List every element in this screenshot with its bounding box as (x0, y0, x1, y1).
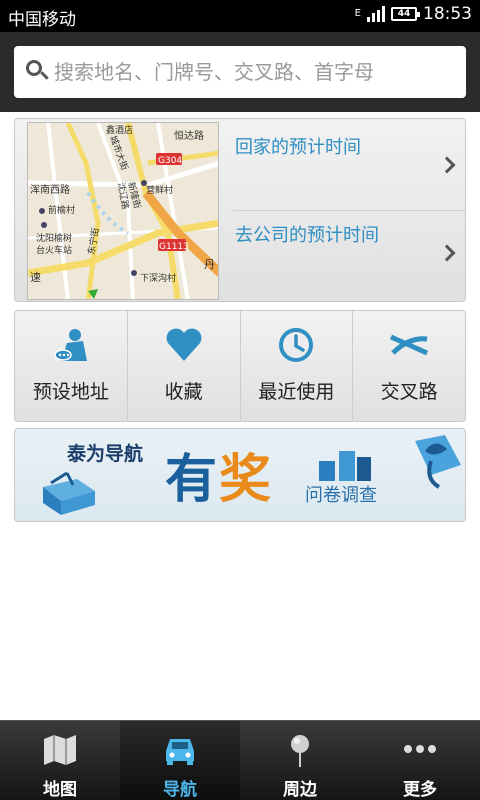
crossroad-icon (390, 334, 429, 356)
eta-card: G304 G1113 鑫酒店 恒达路 浑南西路 营鲜村 前榆村 沈阳榆树 台火车… (14, 118, 466, 302)
status-clock: 18:53 (423, 4, 472, 24)
status-icons: E 44 18:53 (355, 4, 472, 24)
tab-label: 周边 (283, 780, 317, 800)
tab-label: 导航 (163, 780, 197, 800)
map-icon (44, 735, 76, 765)
search-box[interactable] (14, 46, 466, 98)
banner-subtitle: 问卷调查 (305, 485, 377, 506)
tab-nearby[interactable]: 周边 (240, 721, 360, 800)
carrier-name: 中国移动 (8, 10, 76, 30)
map-label: 鑫酒店 (106, 124, 133, 136)
map-label: 营鲜村 (146, 184, 173, 196)
map-label: 台火车站 (36, 244, 72, 256)
map-label: 前榆村 (48, 204, 75, 216)
bottom-tab-bar: 地图 导航 周边 更多 (0, 720, 480, 800)
search-icon (14, 46, 54, 98)
map-label: 浑南西路 (30, 183, 70, 196)
banner-headline: 有奖 (165, 437, 273, 512)
gift-box-icon (43, 471, 95, 515)
banner-headline-part: 有 (165, 449, 220, 510)
pin-icon (291, 735, 309, 767)
more-dots-icon (404, 745, 436, 753)
ribbon-bow-icon (415, 435, 461, 489)
eta-office-label: 去公司的预计时间 (235, 225, 379, 246)
tab-label: 地图 (43, 780, 77, 800)
tab-navigation[interactable]: 导航 (120, 721, 240, 800)
map-label: 速 (30, 271, 41, 284)
banner-brand: 泰为导航 (67, 443, 144, 465)
eta-home-label: 回家的预计时间 (235, 137, 361, 158)
quick-actions: 预设地址 收藏 最近使用 交叉路 (14, 310, 466, 422)
clock-icon (279, 328, 314, 362)
chevron-right-icon (438, 156, 456, 174)
map-label: 沈阳榆树 (36, 232, 72, 244)
map-label: 恒达路 (174, 129, 204, 142)
action-label: 收藏 (164, 381, 203, 403)
action-preset-address[interactable]: 预设地址 (15, 311, 127, 421)
status-bar: 中国移动 E 44 18:53 (0, 0, 480, 32)
action-crossroad[interactable]: 交叉路 (352, 311, 465, 421)
tab-label: 更多 (403, 780, 437, 800)
main-content: G304 G1113 鑫酒店 恒达路 浑南西路 营鲜村 前榆村 沈阳榆树 台火车… (0, 112, 480, 720)
tab-more[interactable]: 更多 (360, 721, 480, 800)
signal-strength-icon (367, 6, 385, 22)
battery-icon: 44 (391, 7, 420, 21)
action-favorites[interactable]: 收藏 (126, 311, 240, 421)
preset-address-icon (54, 329, 87, 361)
action-label: 预设地址 (32, 381, 109, 403)
car-icon (166, 739, 194, 765)
heart-icon (166, 328, 202, 361)
search-input[interactable] (54, 60, 454, 84)
map-label: 下深沟村 (140, 272, 176, 284)
map-label: G304 (158, 156, 182, 166)
action-label: 交叉路 (380, 381, 438, 403)
network-type-icon: E (354, 8, 361, 19)
tab-map[interactable]: 地图 (0, 721, 120, 800)
search-header (0, 32, 480, 112)
gift-box-icon (319, 451, 371, 481)
survey-banner[interactable]: 泰为导航 有奖 问卷调查 (14, 428, 466, 522)
map-label: 丹 (204, 258, 215, 271)
eta-office-row[interactable]: 去公司的预计时间 (233, 211, 465, 299)
action-label: 最近使用 (258, 381, 335, 403)
chevron-right-icon (438, 244, 456, 262)
map-label: G1113 (159, 242, 189, 252)
map-thumbnail[interactable]: G304 G1113 鑫酒店 恒达路 浑南西路 营鲜村 前榆村 沈阳榆树 台火车… (27, 122, 219, 300)
banner-headline-part: 奖 (219, 449, 274, 510)
action-recent[interactable]: 最近使用 (239, 311, 353, 421)
eta-home-row[interactable]: 回家的预计时间 (233, 123, 465, 211)
